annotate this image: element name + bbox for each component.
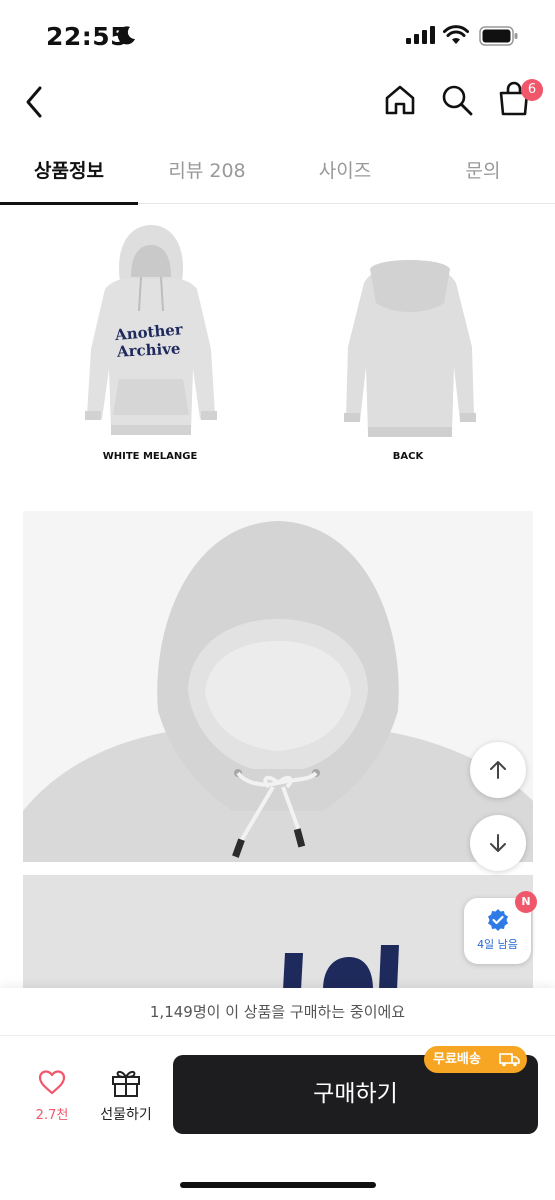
- home-indicator: [180, 1182, 376, 1188]
- arrow-up-icon: [490, 761, 506, 779]
- gift-button[interactable]: 선물하기: [92, 1068, 160, 1128]
- back-arrow-icon[interactable]: [20, 82, 50, 122]
- arrow-down-icon: [490, 834, 506, 852]
- like-count: 2.7천: [35, 1108, 69, 1123]
- battery-icon: [479, 26, 518, 46]
- hoodie-logo-line2: Archive: [116, 339, 181, 360]
- front-image-caption: WHITE MELANGE: [102, 451, 198, 462]
- chest-closeup-photo: [23, 875, 533, 990]
- coupon-floating-button[interactable]: N 4일 남음: [464, 891, 537, 964]
- wifi-icon: [443, 25, 469, 44]
- tab-reviews[interactable]: 리뷰 208: [138, 140, 276, 204]
- gift-icon: [112, 1070, 140, 1097]
- scroll-down-button[interactable]: [470, 815, 526, 871]
- coupon-remaining-label: 4일 남음: [477, 938, 518, 951]
- signal-icon: [406, 26, 435, 44]
- status-bar: 22:55: [0, 0, 555, 70]
- gift-label: 선물하기: [100, 1107, 152, 1123]
- top-navigation: 6: [0, 70, 555, 132]
- product-color-images: Another Archive WHITE MELANGE BACK: [0, 205, 555, 495]
- tab-inquiry[interactable]: 문의: [414, 140, 552, 204]
- moon-icon: [117, 26, 135, 45]
- tab-product-info[interactable]: 상품정보: [0, 140, 138, 205]
- purchase-count-notice: 1,149명이 이 상품을 구매하는 중이에요: [0, 988, 555, 1036]
- new-badge: N: [515, 891, 537, 913]
- product-tabs: 상품정보 리뷰 208 사이즈 문의: [0, 140, 555, 205]
- search-icon[interactable]: [440, 83, 474, 117]
- heart-icon: [38, 1070, 66, 1095]
- like-button[interactable]: 2.7천: [22, 1068, 82, 1128]
- cart-count-badge: 6: [521, 79, 543, 101]
- truck-icon: [499, 1053, 520, 1067]
- hood-closeup-photo: [23, 511, 533, 862]
- free-shipping-label: 무료배송: [433, 1052, 481, 1067]
- verified-badge-icon: [488, 909, 508, 931]
- back-image-caption: BACK: [392, 451, 424, 462]
- home-icon[interactable]: [383, 83, 417, 117]
- hoodie-back-image: [344, 260, 476, 437]
- free-shipping-badge: 무료배송: [424, 1046, 527, 1073]
- tab-size[interactable]: 사이즈: [276, 140, 414, 204]
- scroll-up-button[interactable]: [470, 742, 526, 798]
- hoodie-front-image: Another Archive: [85, 225, 217, 435]
